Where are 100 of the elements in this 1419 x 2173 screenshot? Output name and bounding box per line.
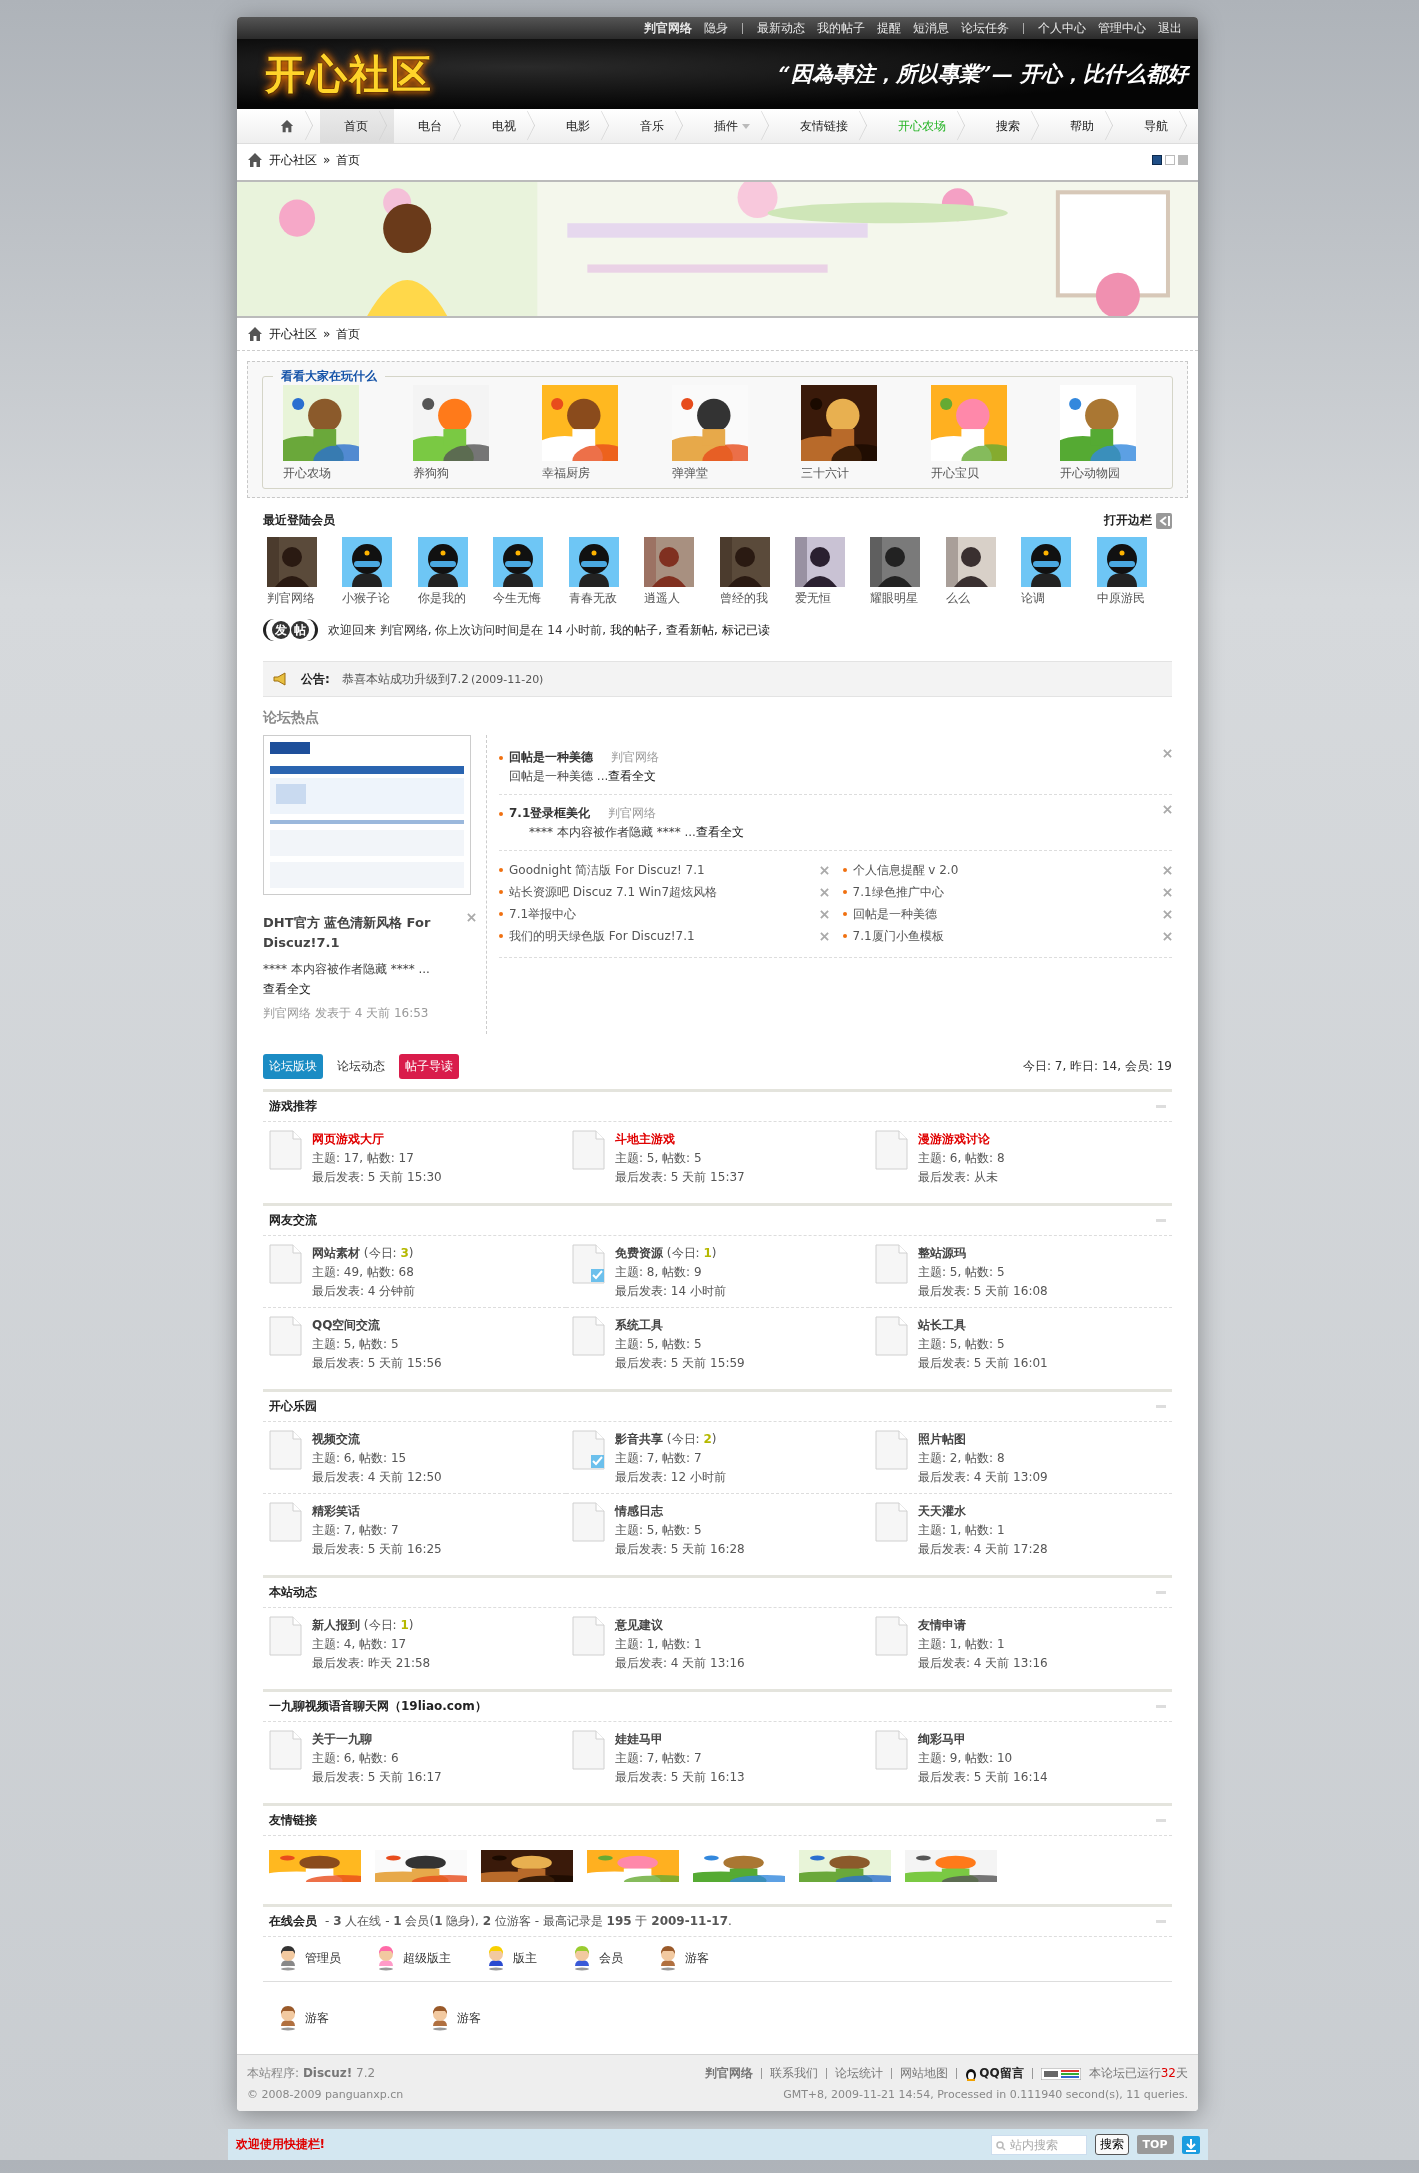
top-link[interactable]: 提醒 (877, 19, 901, 37)
breadcrumb-link[interactable]: 开心社区 (269, 325, 317, 343)
section-title[interactable]: 本站动态 (269, 1584, 317, 1601)
top-link[interactable]: 短消息 (913, 19, 949, 37)
footer-link[interactable]: 联系我们 (770, 2065, 819, 2082)
forum-tab[interactable]: 帖子导读 (399, 1054, 459, 1079)
search-field[interactable]: 站内搜索 (990, 2134, 1087, 2155)
nav-tab[interactable]: 插件 (690, 109, 776, 143)
close-icon[interactable] (819, 931, 829, 941)
game-link[interactable]: 开心动物园 (1060, 465, 1120, 482)
welcome-link[interactable]: 我的帖子, (610, 621, 662, 639)
member-name[interactable]: 么么 (945, 590, 970, 607)
nav-tab[interactable]: 搜索 (972, 109, 1046, 143)
forum-link[interactable]: QQ空间交流 (312, 1318, 381, 1332)
forum-link[interactable]: 关于一九聊 (312, 1732, 372, 1746)
forum-link[interactable]: 绚彩马甲 (918, 1732, 966, 1746)
style-swatch[interactable] (1178, 155, 1188, 165)
forum-link[interactable]: 娃娃马甲 (615, 1732, 663, 1746)
top-link[interactable]: 退出 (1158, 19, 1182, 37)
welcome-link[interactable]: 查看新帖, (666, 621, 718, 639)
footer-link[interactable]: 论坛统计 (835, 2065, 884, 2082)
site-logo[interactable]: 开心社区 (265, 46, 433, 102)
nav-tab[interactable]: 帮助 (1046, 109, 1120, 143)
style-swatch[interactable] (1152, 155, 1162, 165)
close-icon[interactable] (1163, 865, 1172, 875)
top-link[interactable]: 隐身 (704, 19, 728, 37)
topic-link[interactable]: 我们的明天绿色版 For Discuz!7.1 (509, 928, 695, 943)
topic-link[interactable]: 站长资源吧 Discuz 7.1 Win7超炫风格 (509, 884, 718, 899)
forum-link[interactable]: 天天灌水 (918, 1504, 966, 1518)
forum-link[interactable]: 斗地主游戏 (615, 1132, 675, 1146)
close-icon[interactable] (1163, 887, 1172, 897)
section-title[interactable]: 游戏推荐 (269, 1098, 317, 1115)
forum-tab[interactable]: 论坛动态 (331, 1054, 391, 1079)
nav-tab[interactable]: 电影 (542, 109, 616, 143)
program-link[interactable]: Discuz! (302, 2066, 353, 2080)
forum-link[interactable]: 友情申请 (918, 1618, 966, 1632)
close-icon[interactable] (467, 913, 476, 922)
top-link[interactable]: 个人中心 (1038, 19, 1086, 37)
forum-link[interactable]: 精彩笑话 (312, 1504, 360, 1518)
topic-link[interactable]: 7.1绿色推广中心 (852, 884, 944, 899)
top-link[interactable]: 论坛任务 (961, 19, 1009, 37)
close-icon[interactable] (1163, 931, 1172, 941)
member-name[interactable]: 你是我的 (417, 590, 466, 607)
forum-link[interactable]: 影音共享 (615, 1432, 663, 1446)
member-name[interactable]: 曾经的我 (719, 590, 768, 607)
game-link[interactable]: 弹弹堂 (671, 465, 708, 482)
nav-tab[interactable]: 音乐 (616, 109, 690, 143)
read-more-link[interactable]: 查看全文 (608, 769, 657, 783)
forum-link[interactable]: 免费资源 (615, 1246, 663, 1260)
forum-link[interactable]: 整站源玛 (918, 1246, 966, 1260)
section-title[interactable]: 开心乐园 (269, 1398, 317, 1415)
member-name[interactable]: 判官网络 (267, 590, 315, 607)
close-icon[interactable] (819, 887, 829, 897)
forum-tab[interactable]: 论坛版块 (263, 1054, 323, 1079)
scroll-down-icon[interactable] (1181, 2135, 1200, 2154)
game-link[interactable]: 开心宝贝 (930, 465, 979, 482)
topic-link[interactable]: 7.1举报中心 (509, 906, 577, 921)
topic-link[interactable]: 回帖是一种美德 (852, 906, 937, 921)
qq-message-link[interactable]: QQ留言 (965, 2065, 1024, 2082)
style-swatch[interactable] (1165, 155, 1175, 165)
feature-title[interactable]: DHT官方 蓝色清新风格 For Discuz!7.1 (263, 913, 463, 953)
nav-tab[interactable]: 首页 (320, 109, 394, 143)
game-link[interactable]: 养狗狗 (412, 465, 449, 482)
top-link[interactable]: 我的帖子 (817, 19, 865, 37)
read-more-link[interactable]: 查看全文 (263, 982, 311, 996)
close-icon[interactable] (1163, 909, 1172, 919)
top-link[interactable]: 管理中心 (1098, 19, 1146, 37)
topic-link[interactable]: Goodnight 简洁版 For Discuz! 7.1 (509, 862, 705, 877)
forum-link[interactable]: 意见建议 (615, 1618, 663, 1632)
forum-link[interactable]: 系统工具 (615, 1318, 663, 1332)
sidebar-toggle-button[interactable]: 打开边栏 (1104, 512, 1172, 529)
user-link[interactable]: 判官网络 (644, 19, 692, 37)
breadcrumb-link[interactable]: 开心社区 (269, 151, 317, 169)
forum-link[interactable]: 网页游戏大厅 (312, 1132, 384, 1146)
section-title[interactable]: 友情链接 (269, 1812, 317, 1829)
post-title[interactable]: 回帖是一种美德 (509, 750, 593, 764)
forum-link[interactable]: 新人报到 (312, 1618, 360, 1632)
member-name[interactable]: 逍遥人 (644, 590, 681, 607)
forum-link[interactable]: 照片帖图 (918, 1432, 966, 1446)
game-link[interactable]: 三十六计 (801, 465, 849, 482)
post-title[interactable]: 7.1登录框美化 (509, 806, 591, 820)
member-name[interactable]: 今生无悔 (493, 590, 542, 607)
nav-tab[interactable]: 导航 (1120, 109, 1194, 143)
new-post-button[interactable]: 发帖 (263, 619, 318, 641)
forum-link[interactable]: 站长工具 (918, 1318, 966, 1332)
member-name[interactable]: 中原游民 (1096, 590, 1145, 607)
member-name[interactable]: 耀眼明星 (870, 590, 919, 607)
footer-link[interactable]: 网站地图 (900, 2065, 949, 2082)
topic-link[interactable]: 个人信息提醒 v 2.0 (852, 862, 959, 877)
member-name[interactable]: 爱无恒 (794, 590, 831, 607)
footer-link[interactable]: 判官网络 (705, 2065, 754, 2082)
forum-link[interactable]: 漫游游戏讨论 (918, 1132, 990, 1146)
forum-link[interactable]: 网站素材 (312, 1246, 360, 1260)
search-button[interactable]: 搜索 (1094, 2134, 1129, 2155)
game-link[interactable]: 幸福厨房 (542, 465, 590, 482)
welcome-link[interactable]: 标记已读 (721, 621, 770, 639)
read-more-link[interactable]: 查看全文 (695, 825, 744, 839)
close-icon[interactable] (1163, 749, 1172, 758)
member-name[interactable]: 青春无敌 (568, 590, 617, 607)
close-icon[interactable] (1163, 805, 1172, 814)
